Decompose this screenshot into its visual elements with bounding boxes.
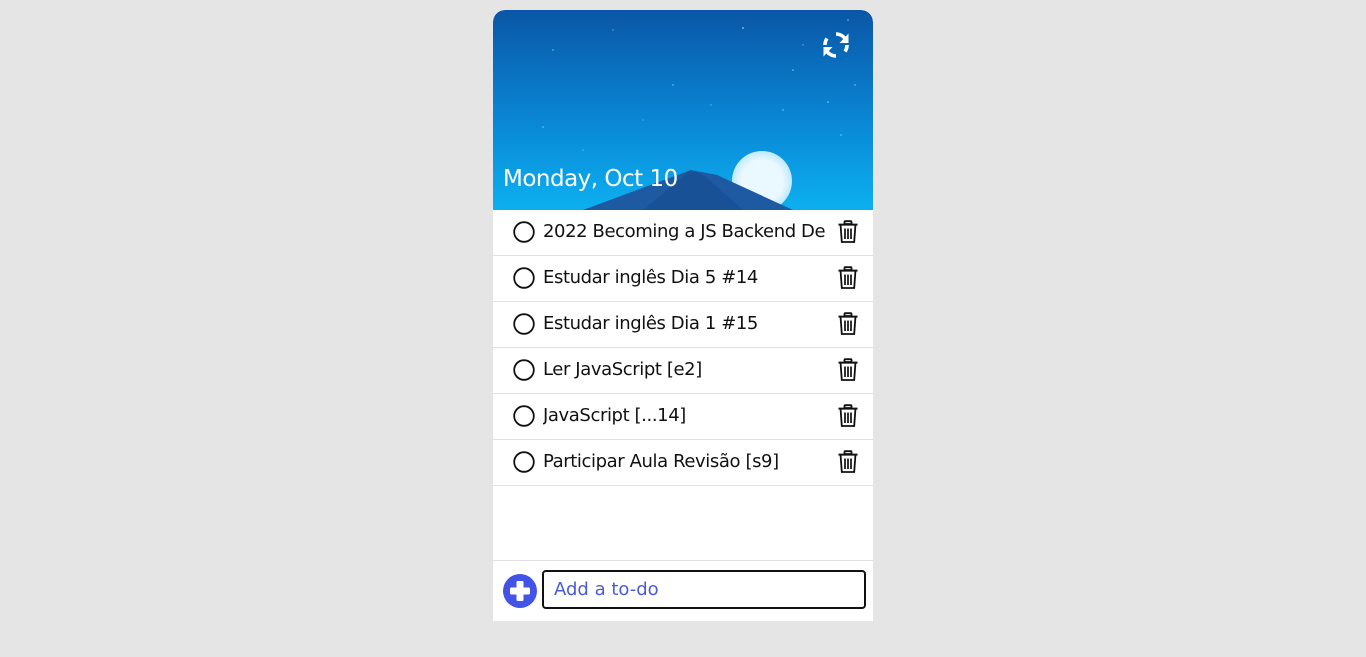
todo-item: 2022 Becoming a JS Backend Dev (493, 210, 873, 256)
trash-icon[interactable] (837, 266, 859, 290)
todo-label: Participar Aula Revisão [s9] (543, 451, 779, 472)
trash-icon[interactable] (837, 358, 859, 382)
todo-label: JavaScript [...14] (543, 405, 686, 426)
todo-label: Ler JavaScript [e2] (543, 359, 702, 380)
checkbox-circle-icon[interactable] (513, 359, 535, 381)
checkbox-circle-icon[interactable] (513, 405, 535, 427)
trash-icon[interactable] (837, 404, 859, 428)
todo-list: 2022 Becoming a JS Backend Dev Estudar i… (493, 210, 873, 486)
todo-label: Estudar inglês Dia 5 #14 (543, 267, 758, 288)
checkbox-circle-icon[interactable] (513, 267, 535, 289)
todo-item: Ler JavaScript [e2] (493, 348, 873, 394)
todo-label: Estudar inglês Dia 1 #15 (543, 313, 758, 334)
header-banner: Monday, Oct 10 (493, 10, 873, 210)
checkbox-circle-icon[interactable] (513, 221, 535, 243)
trash-icon[interactable] (837, 220, 859, 244)
todo-label: 2022 Becoming a JS Backend Dev (543, 221, 825, 242)
checkbox-circle-icon[interactable] (513, 451, 535, 473)
add-todo-bar (493, 560, 873, 621)
trash-icon[interactable] (837, 450, 859, 474)
todo-app: Monday, Oct 10 2022 Becoming a JS Backen… (493, 10, 873, 621)
todo-item: JavaScript [...14] (493, 394, 873, 440)
todo-item: Participar Aula Revisão [s9] (493, 440, 873, 486)
current-date: Monday, Oct 10 (503, 166, 678, 192)
add-todo-input[interactable] (542, 570, 866, 609)
todo-item: Estudar inglês Dia 1 #15 (493, 302, 873, 348)
todo-item: Estudar inglês Dia 5 #14 (493, 256, 873, 302)
trash-icon[interactable] (837, 312, 859, 336)
plus-circle-icon[interactable] (503, 574, 537, 608)
refresh-icon[interactable] (821, 30, 851, 60)
checkbox-circle-icon[interactable] (513, 313, 535, 335)
